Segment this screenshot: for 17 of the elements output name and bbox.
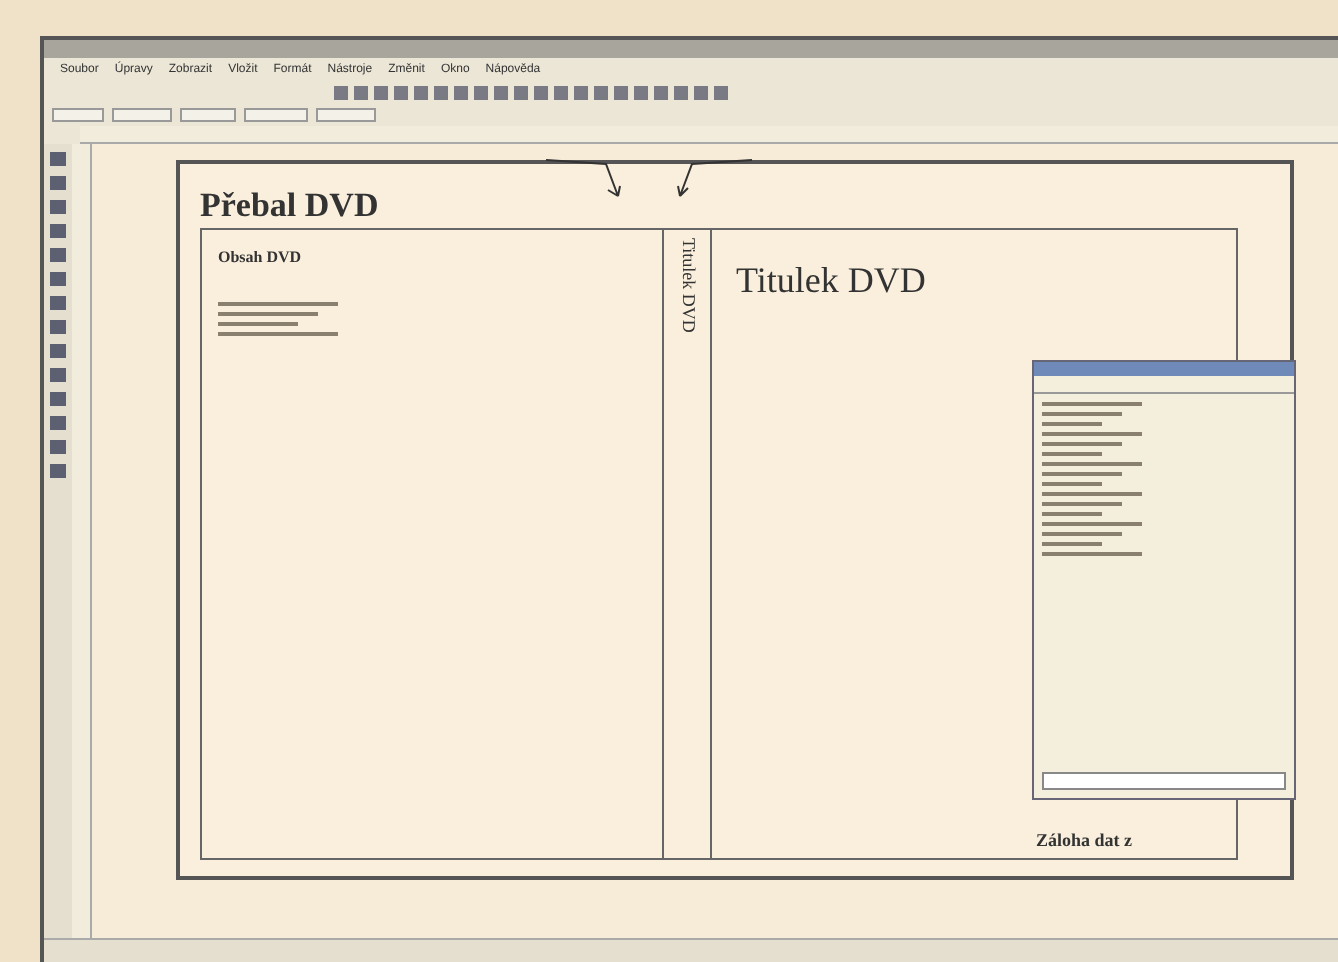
text-line (218, 302, 338, 306)
text-line (218, 312, 318, 316)
text-line (218, 322, 298, 326)
dropdown-field[interactable] (52, 108, 104, 122)
dropdown-field[interactable] (180, 108, 236, 122)
callout-arrow (542, 156, 622, 200)
dropdown-field[interactable] (244, 108, 308, 122)
callout-arrow (676, 156, 756, 200)
cover-title: Přebal DVD (200, 184, 381, 228)
dropdown-field[interactable] (316, 108, 376, 122)
filter-dropdown[interactable] (1042, 772, 1286, 790)
front-title: Titulek DVD (736, 258, 928, 304)
spine-text: Titulek DVD (676, 238, 701, 337)
footer-text: Záloha dat z (1035, 827, 1132, 853)
back-heading: Obsah DVD (218, 246, 304, 270)
text-line (218, 332, 338, 336)
dropdown-field[interactable] (112, 108, 172, 122)
